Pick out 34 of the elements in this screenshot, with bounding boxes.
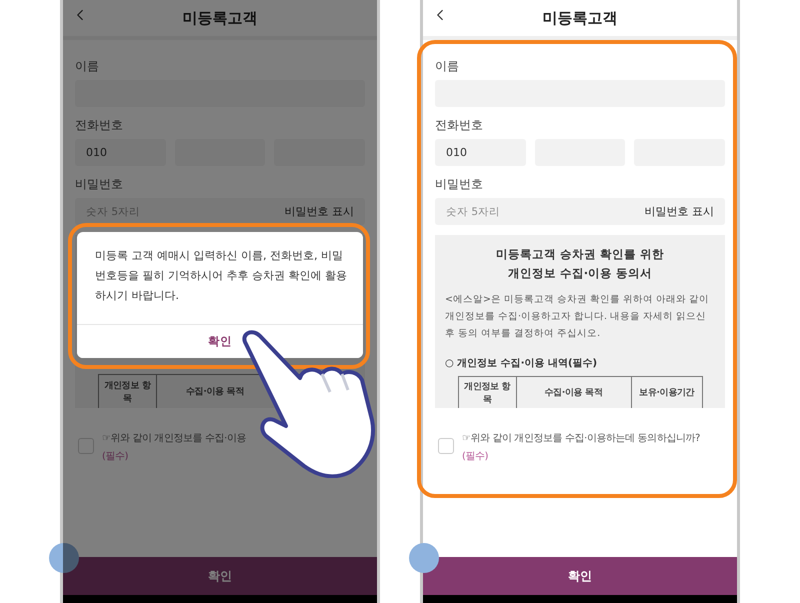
name-label: 이름 [435, 58, 460, 74]
consent-title: 미등록고객 승차권 확인를 위한 [494, 246, 665, 263]
table-header-cell: 수집·이용 목적 [516, 377, 632, 408]
required-label: (필수) [102, 450, 130, 464]
password-label: 비밀번호 [435, 176, 484, 192]
consent-title: 개인정보 수집·이용 동의서 [506, 265, 654, 282]
phone-label: 전화번호 [75, 117, 124, 133]
agree-checkbox[interactable] [78, 438, 94, 454]
show-password-button[interactable]: 비밀번호 표시 [284, 204, 354, 219]
dialog-confirm-button[interactable]: 확인 [77, 324, 363, 358]
agree-checkbox[interactable] [438, 438, 454, 454]
consent-paragraph: <에스알>은 미등록고객 승차권 확인를 위하여 아래와 같이 개인정보를 수집·이용하고자 합니다. 내용을 자세히 읽으신 후 동의 여부를 결정하여 주십시오. [445, 293, 710, 341]
required-label: (필수) [462, 450, 490, 464]
floating-app-icon[interactable] [49, 543, 79, 573]
password-label: 비밀번호 [75, 176, 124, 192]
phone-label: 전화번호 [435, 117, 484, 133]
phone-prefix-field[interactable]: 010 [75, 139, 166, 166]
show-password-button[interactable]: 비밀번호 표시 [644, 204, 714, 219]
confirm-button[interactable]: 확인 [423, 557, 737, 595]
screen-title: 미등록고객 [542, 8, 618, 28]
table-header-cell: 개인정보 항목 [459, 377, 517, 408]
phone-prefix-field[interactable]: 010 [435, 139, 526, 166]
agree-label: ☞위와 같이 개인정보를 수집·이용하는데 동의하십니까? [462, 432, 700, 446]
name-label: 이름 [75, 58, 100, 74]
screen-title: 미등록고객 [182, 8, 258, 28]
agree-label: ☞위와 같이 개인정보를 수집·이용 [102, 432, 246, 446]
confirm-button[interactable]: 확인 [63, 557, 377, 595]
table-header-cell-text: 보유·이용기간 [638, 387, 696, 400]
section-heading: ○ 개인정보 수집·이용 내역(필수) [445, 357, 598, 370]
password-input-field[interactable]: 숫자 5자리 비밀번호 표시 [435, 198, 725, 225]
dialog-message: 미등록 고객 예매시 입력하신 이름, 전화번호, 비밀번호등을 필히 기억하시어 추후 승차권 확인에 활용하시기 바랍니다. [94, 248, 348, 304]
table-header-cell-text: 수집·이용 목적 [184, 386, 246, 399]
table-header-cell: 개인정보 항목 [99, 375, 157, 408]
floating-app-icon[interactable] [409, 543, 439, 573]
